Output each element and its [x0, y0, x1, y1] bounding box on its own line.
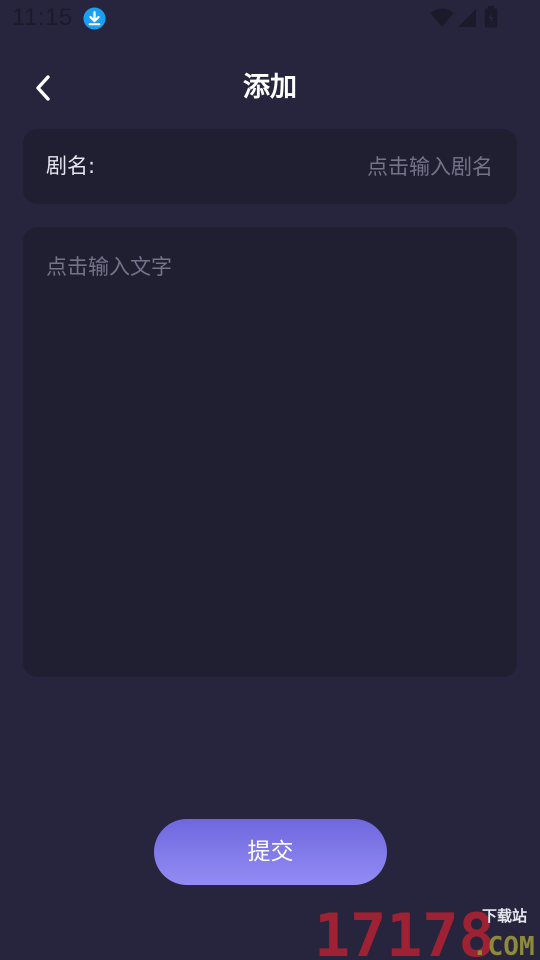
submit-button[interactable]: 提交	[154, 819, 387, 885]
wifi-icon	[430, 8, 454, 28]
watermark-domain: .COM	[472, 932, 535, 960]
drama-name-label: 剧名:	[46, 154, 96, 178]
add-drama-screen: 11:15 添加 剧名: 提交	[0, 0, 540, 960]
drama-name-input[interactable]	[213, 147, 493, 187]
watermark-logo: 17178 下载站 .COM	[314, 901, 535, 960]
chevron-left-icon	[36, 75, 50, 101]
content-textarea[interactable]	[46, 251, 494, 651]
content-card	[23, 227, 517, 677]
page-title: 添加	[243, 72, 297, 103]
back-button[interactable]	[24, 68, 64, 108]
watermark-tag: 下载站	[482, 907, 527, 925]
status-bar: 11:15	[0, 0, 540, 38]
download-icon	[83, 7, 106, 30]
battery-icon	[484, 6, 498, 28]
drama-name-card: 剧名:	[23, 129, 517, 204]
status-time: 11:15	[12, 4, 73, 31]
signal-icon	[458, 9, 476, 27]
watermark-number: 17178	[314, 901, 495, 960]
